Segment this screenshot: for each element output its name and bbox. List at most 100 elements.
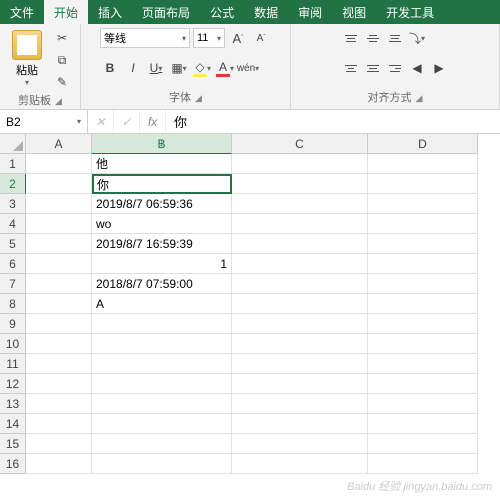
cell-C1[interactable] <box>232 154 368 174</box>
tab-insert[interactable]: 插入 <box>88 0 132 24</box>
cell-D9[interactable] <box>368 314 478 334</box>
column-header-A[interactable]: A <box>26 134 92 154</box>
cell-A5[interactable] <box>26 234 92 254</box>
cell-C14[interactable] <box>232 414 368 434</box>
font-family-select[interactable]: 等线▾ <box>100 28 190 48</box>
tab-developer[interactable]: 开发工具 <box>376 0 444 24</box>
font-color-button[interactable]: A▾ <box>215 58 235 78</box>
copy-button[interactable]: ⧉ <box>52 50 72 70</box>
cell-D3[interactable] <box>368 194 478 214</box>
cell-A6[interactable] <box>26 254 92 274</box>
column-header-D[interactable]: D <box>368 134 478 154</box>
cell-B6[interactable]: 1 <box>92 254 232 274</box>
format-painter-button[interactable]: ✎ <box>52 72 72 92</box>
cell-A13[interactable] <box>26 394 92 414</box>
cell-D10[interactable] <box>368 334 478 354</box>
row-header-10[interactable]: 10 <box>0 334 26 354</box>
select-all-corner[interactable] <box>0 134 26 154</box>
cell-A14[interactable] <box>26 414 92 434</box>
tab-review[interactable]: 审阅 <box>288 0 332 24</box>
cell-B13[interactable] <box>92 394 232 414</box>
cell-A9[interactable] <box>26 314 92 334</box>
cell-D5[interactable] <box>368 234 478 254</box>
cell-C16[interactable] <box>232 454 368 474</box>
cell-D16[interactable] <box>368 454 478 474</box>
cell-C8[interactable] <box>232 294 368 314</box>
cell-D14[interactable] <box>368 414 478 434</box>
increase-indent-button[interactable]: ▶ <box>429 58 449 78</box>
cell-C7[interactable] <box>232 274 368 294</box>
cell-C13[interactable] <box>232 394 368 414</box>
tab-file[interactable]: 文件 <box>0 0 44 24</box>
cell-C15[interactable] <box>232 434 368 454</box>
row-header-12[interactable]: 12 <box>0 374 26 394</box>
cell-D2[interactable] <box>368 174 478 194</box>
phonetic-button[interactable]: wén▾ <box>238 58 258 78</box>
row-header-5[interactable]: 5 <box>0 234 26 254</box>
formula-cancel-button[interactable]: ✕ <box>88 110 114 133</box>
name-box[interactable]: B2▾ <box>0 110 88 133</box>
dialog-launcher-icon[interactable]: ◢ <box>416 93 423 103</box>
cell-C3[interactable] <box>232 194 368 214</box>
row-header-8[interactable]: 8 <box>0 294 26 314</box>
cell-B11[interactable] <box>92 354 232 374</box>
align-left-button[interactable] <box>341 58 361 78</box>
fx-icon[interactable]: fx <box>140 110 166 133</box>
cell-D1[interactable] <box>368 154 478 174</box>
cell-C10[interactable] <box>232 334 368 354</box>
row-header-4[interactable]: 4 <box>0 214 26 234</box>
formula-enter-button[interactable]: ✓ <box>114 110 140 133</box>
cell-A8[interactable] <box>26 294 92 314</box>
borders-button[interactable]: ▦▾ <box>169 58 189 78</box>
orientation-button[interactable]: ⤵▾ <box>407 28 427 48</box>
italic-button[interactable]: I <box>123 58 143 78</box>
row-header-2[interactable]: 2 <box>0 174 26 194</box>
cell-C11[interactable] <box>232 354 368 374</box>
cell-B2[interactable]: 你 <box>92 174 232 194</box>
cell-B4[interactable]: wo <box>92 214 232 234</box>
cell-A12[interactable] <box>26 374 92 394</box>
row-header-9[interactable]: 9 <box>0 314 26 334</box>
paste-button[interactable]: 粘贴 ▾ <box>8 28 46 89</box>
cell-D7[interactable] <box>368 274 478 294</box>
cell-C2[interactable] <box>232 174 368 194</box>
cell-C12[interactable] <box>232 374 368 394</box>
bold-button[interactable]: B <box>100 58 120 78</box>
tab-view[interactable]: 视图 <box>332 0 376 24</box>
column-header-C[interactable]: C <box>232 134 368 154</box>
cell-A11[interactable] <box>26 354 92 374</box>
align-top-button[interactable] <box>341 28 361 48</box>
cell-D12[interactable] <box>368 374 478 394</box>
cell-A1[interactable] <box>26 154 92 174</box>
cell-B1[interactable]: 他 <box>92 154 232 174</box>
cell-B14[interactable] <box>92 414 232 434</box>
cell-B8[interactable]: A <box>92 294 232 314</box>
row-header-13[interactable]: 13 <box>0 394 26 414</box>
cell-B10[interactable] <box>92 334 232 354</box>
tab-home[interactable]: 开始 <box>44 0 88 24</box>
cell-A10[interactable] <box>26 334 92 354</box>
cell-C4[interactable] <box>232 214 368 234</box>
align-middle-button[interactable] <box>363 28 383 48</box>
align-center-button[interactable] <box>363 58 383 78</box>
cell-B12[interactable] <box>92 374 232 394</box>
fill-color-button[interactable]: ◇▾ <box>192 58 212 78</box>
cell-A2[interactable] <box>26 174 92 194</box>
cell-B7[interactable]: 2018/8/7 07:59:00 <box>92 274 232 294</box>
cell-B16[interactable] <box>92 454 232 474</box>
formula-input[interactable]: 你 <box>166 110 500 133</box>
cell-A7[interactable] <box>26 274 92 294</box>
underline-button[interactable]: U▾ <box>146 58 166 78</box>
cell-A4[interactable] <box>26 214 92 234</box>
row-header-3[interactable]: 3 <box>0 194 26 214</box>
tab-data[interactable]: 数据 <box>244 0 288 24</box>
cut-button[interactable]: ✂ <box>52 28 72 48</box>
cell-A16[interactable] <box>26 454 92 474</box>
dialog-launcher-icon[interactable]: ◢ <box>55 96 62 106</box>
cell-B15[interactable] <box>92 434 232 454</box>
cell-D4[interactable] <box>368 214 478 234</box>
row-header-16[interactable]: 16 <box>0 454 26 474</box>
cell-D13[interactable] <box>368 394 478 414</box>
cell-A15[interactable] <box>26 434 92 454</box>
grow-font-button[interactable]: Aˆ <box>228 28 248 48</box>
